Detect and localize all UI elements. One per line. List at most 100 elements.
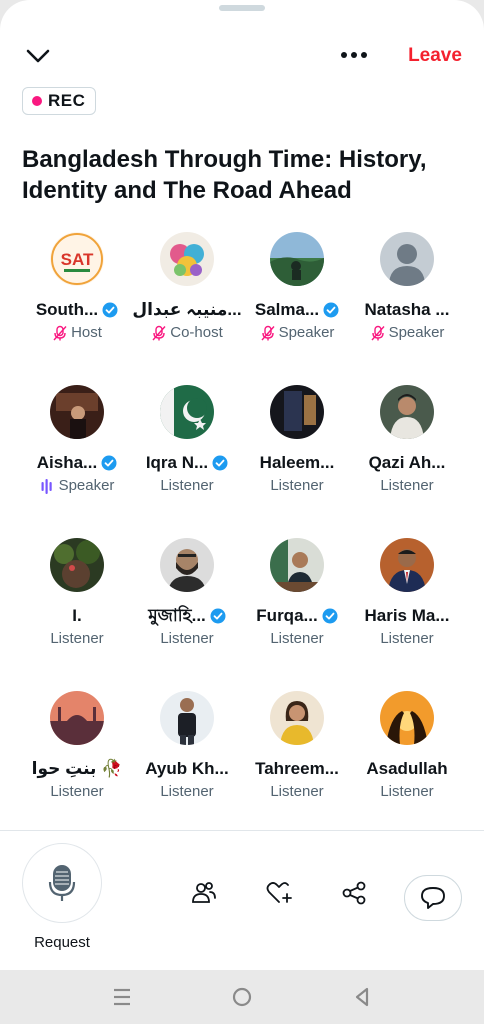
avatar[interactable] xyxy=(50,538,104,592)
participant-name: Furqa... xyxy=(242,605,352,627)
participant-role-text: Listener xyxy=(270,477,324,494)
participant-card[interactable]: Natasha ... Speaker xyxy=(352,232,462,362)
avatar[interactable] xyxy=(160,538,214,592)
sheet-grabber[interactable] xyxy=(219,5,265,11)
avatar[interactable] xyxy=(270,232,324,286)
avatar[interactable] xyxy=(270,538,324,592)
chevron-down-icon[interactable] xyxy=(22,40,54,72)
svg-text:SAT: SAT xyxy=(61,250,94,269)
participant-name: Aisha... xyxy=(22,452,132,474)
participant-role-text: Listener xyxy=(160,783,214,800)
participant-card[interactable]: Tahreem... Listener xyxy=(242,691,352,821)
rec-label: REC xyxy=(48,91,86,110)
participant-role-text: Listener xyxy=(270,630,324,647)
participant-card[interactable]: Furqa... Listener xyxy=(242,538,352,668)
heart-add-icon[interactable] xyxy=(264,878,294,908)
request-label: Request xyxy=(34,934,90,951)
request-mic-button[interactable] xyxy=(22,843,102,923)
participant-card[interactable]: بنتِ حوا 🥀 Listener xyxy=(22,691,132,821)
participant-name-text: Haris Ma... xyxy=(364,606,450,625)
participant-name-text: I. xyxy=(72,606,82,625)
participant-role: Listener xyxy=(352,782,462,802)
verified-badge-icon xyxy=(322,608,338,624)
mic-muted-icon xyxy=(371,325,385,341)
leave-button[interactable]: Leave xyxy=(402,42,468,70)
participant-name-text: মুজাহি... xyxy=(148,606,206,625)
participant-card[interactable]: Haleem... Listener xyxy=(242,385,352,515)
participant-name: Salma... xyxy=(242,299,352,321)
participant-role: Speaker xyxy=(22,476,132,496)
participant-name-text: South... xyxy=(35,300,99,319)
participant-role: Listener xyxy=(242,782,352,802)
participant-name: Ayub Kh... xyxy=(132,758,242,780)
participant-role: Listener xyxy=(132,476,242,496)
recent-apps-icon[interactable] xyxy=(106,982,138,1012)
participant-name-text: Aisha... xyxy=(36,453,98,472)
participant-name: Tahreem... xyxy=(242,758,352,780)
avatar[interactable]: SAT xyxy=(50,232,104,286)
avatar[interactable] xyxy=(50,385,104,439)
participant-name: I. xyxy=(22,605,132,627)
participant-role-text: Listener xyxy=(270,783,324,800)
participant-name-text: Salma... xyxy=(254,300,320,319)
participant-role-text: Speaker xyxy=(388,324,445,341)
avatar[interactable] xyxy=(160,232,214,286)
participant-role: Host xyxy=(22,323,132,343)
participant-role-text: Listener xyxy=(380,630,434,647)
participant-role: Listener xyxy=(352,629,462,649)
participant-card[interactable]: Aisha... Speaker xyxy=(22,385,132,515)
participant-card[interactable]: Salma... Speaker xyxy=(242,232,352,362)
participant-name: Haris Ma... xyxy=(352,605,462,627)
participant-card[interactable]: Haris Ma... Listener xyxy=(352,538,462,668)
participant-role: Listener xyxy=(22,782,132,802)
participant-name: بنتِ حوا 🥀 xyxy=(22,758,132,780)
avatar[interactable] xyxy=(160,385,214,439)
participant-card[interactable]: Iqra N... Listener xyxy=(132,385,242,515)
recording-badge: REC xyxy=(22,87,97,115)
speaking-bars-icon xyxy=(41,479,52,494)
participant-name-text: Ayub Kh... xyxy=(145,759,229,778)
record-dot-icon xyxy=(32,96,42,106)
participant-role: Speaker xyxy=(242,323,352,343)
avatar[interactable] xyxy=(380,232,434,286)
home-icon[interactable] xyxy=(226,982,258,1012)
participant-card[interactable]: Qazi Ah... Listener xyxy=(352,385,462,515)
participant-name: منیبہ عبدال... xyxy=(132,299,242,321)
participant-role-text: Host xyxy=(71,324,102,341)
participant-name-text: منیبہ عبدال... xyxy=(132,300,242,319)
participant-card[interactable]: Ayub Kh... Listener xyxy=(132,691,242,821)
participant-name-text: Tahreem... xyxy=(255,759,339,778)
people-icon[interactable] xyxy=(189,878,219,908)
participant-name: Qazi Ah... xyxy=(352,452,462,474)
participant-name-text: بنتِ حوا 🥀 xyxy=(31,759,123,778)
back-icon[interactable] xyxy=(346,982,378,1012)
participants-grid: SAT South... Host منیبہ عبدال... Co-host Salm… xyxy=(22,232,462,812)
verified-badge-icon xyxy=(101,455,117,471)
participant-role: Listener xyxy=(132,782,242,802)
verified-badge-icon xyxy=(212,455,228,471)
participant-card[interactable]: منیبہ عبدال... Co-host xyxy=(132,232,242,362)
participant-role-text: Listener xyxy=(160,630,214,647)
participant-name: Iqra N... xyxy=(132,452,242,474)
avatar[interactable] xyxy=(380,385,434,439)
avatar[interactable] xyxy=(270,691,324,745)
avatar[interactable] xyxy=(380,538,434,592)
mic-muted-icon xyxy=(152,325,166,341)
more-options-icon[interactable] xyxy=(334,40,374,70)
system-nav-bar xyxy=(0,970,484,1024)
participant-role-text: Listener xyxy=(160,477,214,494)
avatar[interactable] xyxy=(50,691,104,745)
participant-card[interactable]: I. Listener xyxy=(22,538,132,668)
participant-card[interactable]: SAT South... Host xyxy=(22,232,132,362)
participant-role: Listener xyxy=(242,476,352,496)
chat-button[interactable] xyxy=(404,875,462,921)
participant-card[interactable]: Asadullah Listener xyxy=(352,691,462,821)
participant-card[interactable]: মুজাহি... Listener xyxy=(132,538,242,668)
participant-name: Haleem... xyxy=(242,452,352,474)
participant-role-text: Speaker xyxy=(278,324,335,341)
avatar[interactable] xyxy=(270,385,324,439)
mic-muted-icon xyxy=(53,325,67,341)
avatar[interactable] xyxy=(160,691,214,745)
avatar[interactable] xyxy=(380,691,434,745)
share-icon[interactable] xyxy=(339,878,369,908)
